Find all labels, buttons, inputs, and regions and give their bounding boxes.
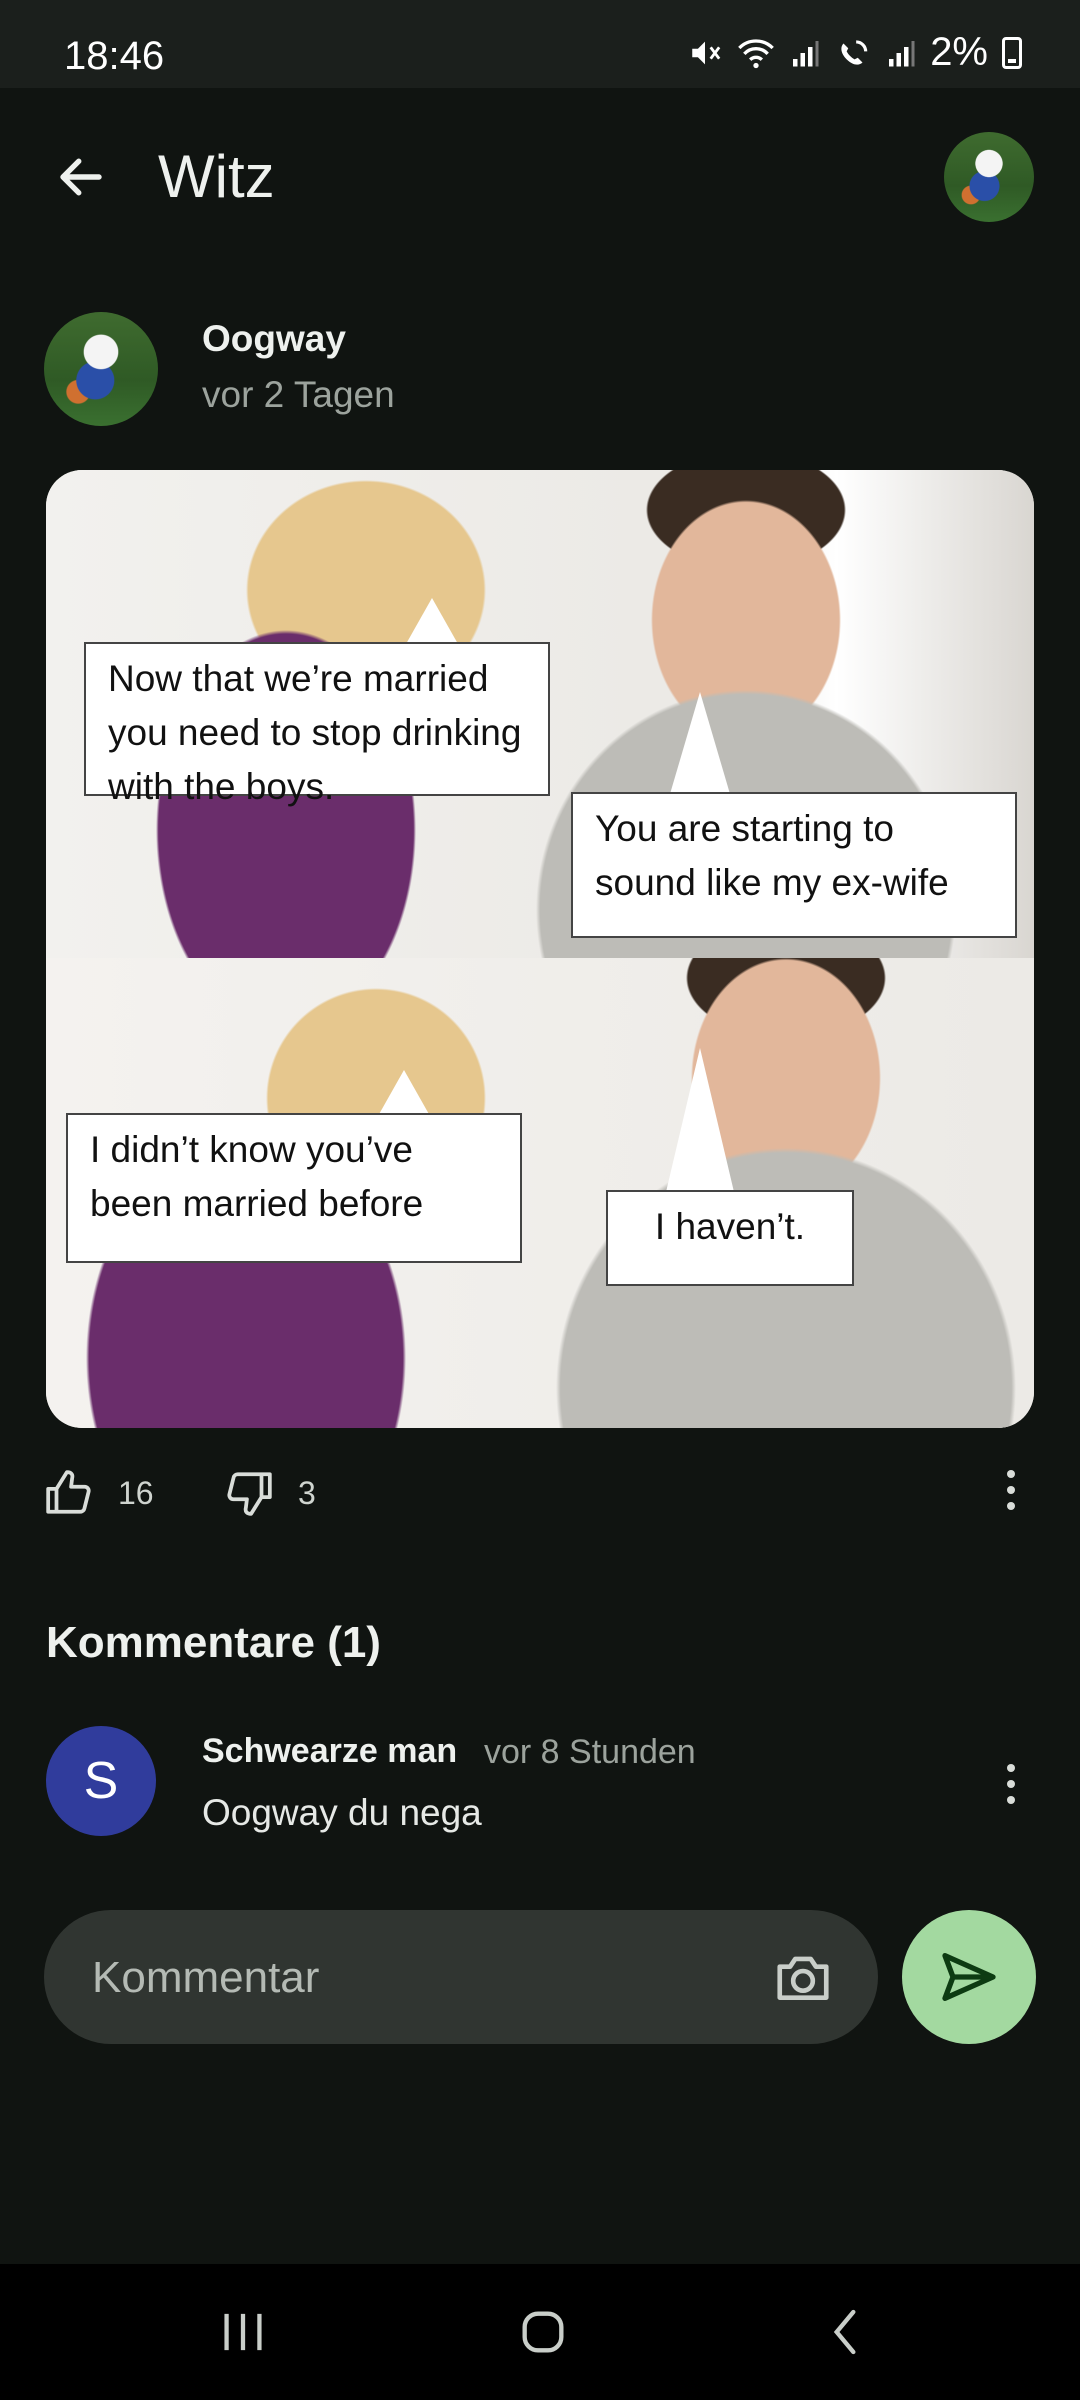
home-icon [522,2311,564,2353]
send-icon [942,1953,996,2001]
post-author-avatar[interactable] [44,312,158,426]
status-time: 18:46 [64,34,165,78]
like-count: 16 [118,1474,154,1511]
more-vert-icon [1007,1470,1015,1478]
comment-input[interactable] [90,1910,734,2046]
signal-icon [793,40,819,66]
speech-bubble-tail [666,1048,734,1192]
speech-bubble: You are starting to sound like my ex-wif… [571,792,1017,938]
speech-bubble-tail [406,598,458,644]
comment-text: Oogway du nega [202,1792,482,1833]
post-image[interactable]: Now that we’re married you need to stop … [46,470,1034,1428]
arrow-left-icon [60,158,102,196]
home-button[interactable] [498,2294,588,2370]
thumbs-up-icon [46,1470,91,1514]
page-title: Witz [158,143,275,210]
wifi-calling-icon [841,39,868,65]
post-time: vor 2 Tagen [202,374,395,415]
camera-button[interactable] [772,1946,834,2008]
camera-icon [777,1956,829,2000]
post-author[interactable]: Oogway [202,318,346,360]
meme-panel-top: Now that we’re married you need to stop … [46,470,1034,958]
status-icons: 2% [688,30,1022,75]
more-vert-icon [1007,1764,1015,1772]
signal-2-icon [889,40,915,66]
speech-bubble: I haven’t. [606,1190,854,1286]
mute-icon [692,41,721,64]
back-nav-button[interactable] [800,2294,890,2370]
send-button[interactable] [902,1910,1036,2044]
dislike-count: 3 [298,1474,316,1511]
chevron-left-icon [833,2309,856,2355]
comment-author-avatar[interactable]: S [46,1726,156,1836]
system-navigation-bar [0,2264,1080,2400]
battery-percentage: 2% [930,30,988,74]
user-avatar[interactable] [944,132,1034,222]
recent-apps-button[interactable] [198,2294,288,2370]
back-button[interactable] [46,142,116,212]
comment-author[interactable]: Schwearze man [202,1732,457,1771]
comment-time: vor 8 Stunden [484,1733,696,1771]
meme-panel-bottom: I didn’t know you’ve been married before… [46,958,1034,1428]
speech-bubble: Now that we’re married you need to stop … [84,642,550,807]
recent-apps-icon [224,2313,262,2351]
comments-heading: Kommentare (1) [46,1618,381,1667]
comment-input-container [44,1910,878,2046]
comment-more-options-button[interactable] [996,1764,1026,1814]
speech-bubble: I didn’t know you’ve been married before [66,1113,522,1263]
thumbs-down-icon [227,1472,272,1516]
wifi-icon [738,38,775,68]
status-bar: 18:46 2% [0,0,1080,88]
dislike-button[interactable]: 3 [224,1468,316,1518]
like-button[interactable]: 16 [44,1468,154,1518]
battery-icon [1002,36,1022,69]
speech-bubble-tail [378,1070,430,1116]
post-more-options-button[interactable] [996,1470,1026,1520]
speech-bubble-tail [670,692,730,794]
